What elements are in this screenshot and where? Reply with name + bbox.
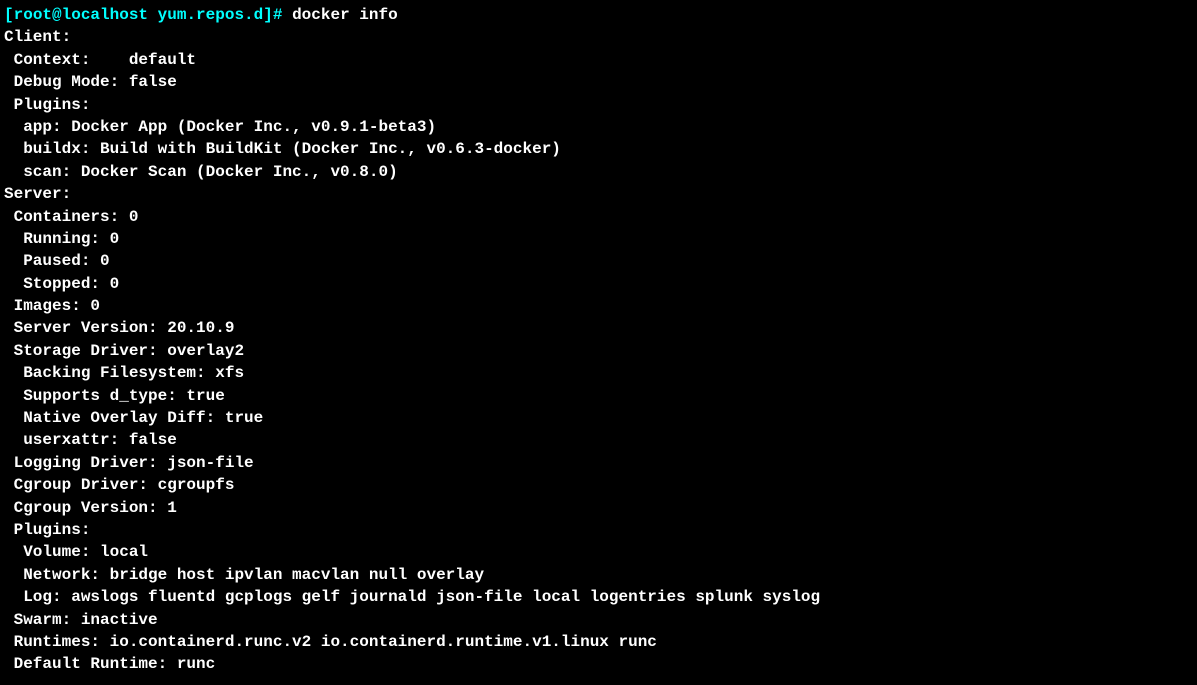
output-line: Network: bridge host ipvlan macvlan null… <box>4 564 1193 586</box>
output-line: Server: <box>4 183 1193 205</box>
prompt-path: yum.repos.d <box>158 6 264 24</box>
output-line: Storage Driver: overlay2 <box>4 340 1193 362</box>
terminal[interactable]: [root@localhost yum.repos.d]# docker inf… <box>4 4 1193 676</box>
output-line: buildx: Build with BuildKit (Docker Inc.… <box>4 138 1193 160</box>
output-line: Images: 0 <box>4 295 1193 317</box>
output-line: Native Overlay Diff: true <box>4 407 1193 429</box>
output-line: Swarm: inactive <box>4 609 1193 631</box>
prompt-line: [root@localhost yum.repos.d]# docker inf… <box>4 4 1193 26</box>
output-line: Backing Filesystem: xfs <box>4 362 1193 384</box>
output-line: Logging Driver: json-file <box>4 452 1193 474</box>
output-line: Containers: 0 <box>4 206 1193 228</box>
output-line: Cgroup Version: 1 <box>4 497 1193 519</box>
output-line: Context: default <box>4 49 1193 71</box>
prompt-user-host: root@localhost <box>14 6 148 24</box>
output-line: Log: awslogs fluentd gcplogs gelf journa… <box>4 586 1193 608</box>
output-line: Server Version: 20.10.9 <box>4 317 1193 339</box>
command-text: docker info <box>292 6 398 24</box>
output-line: Default Runtime: runc <box>4 653 1193 675</box>
output-line: Stopped: 0 <box>4 273 1193 295</box>
output-line: userxattr: false <box>4 429 1193 451</box>
output-line: Cgroup Driver: cgroupfs <box>4 474 1193 496</box>
output-line: Running: 0 <box>4 228 1193 250</box>
output-line: scan: Docker Scan (Docker Inc., v0.8.0) <box>4 161 1193 183</box>
output-line: Plugins: <box>4 94 1193 116</box>
output-line: app: Docker App (Docker Inc., v0.9.1-bet… <box>4 116 1193 138</box>
prompt-open-bracket: [ <box>4 6 14 24</box>
output-line: Paused: 0 <box>4 250 1193 272</box>
prompt-separator <box>148 6 158 24</box>
output-line: Volume: local <box>4 541 1193 563</box>
output-line: Client: <box>4 26 1193 48</box>
prompt-close-bracket: ]# <box>263 6 292 24</box>
output-line: Plugins: <box>4 519 1193 541</box>
output-line: Runtimes: io.containerd.runc.v2 io.conta… <box>4 631 1193 653</box>
output-line: Debug Mode: false <box>4 71 1193 93</box>
output-line: Supports d_type: true <box>4 385 1193 407</box>
